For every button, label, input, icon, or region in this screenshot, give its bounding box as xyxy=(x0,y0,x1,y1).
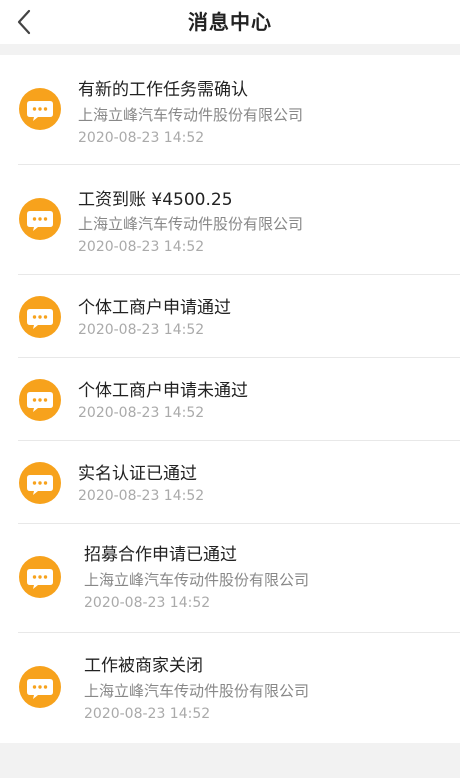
message-title: 实名认证已通过 xyxy=(78,464,197,484)
message-title: 工资到账 ¥4500.25 xyxy=(78,190,233,210)
message-title: 工作被商家关闭 xyxy=(84,656,203,676)
page-title: 消息中心 xyxy=(188,10,272,34)
message-time: 2020-08-23 14:52 xyxy=(78,239,205,255)
chat-bubble-icon xyxy=(19,379,61,421)
message-title: 个体工商户申请通过 xyxy=(78,298,231,318)
message-time: 2020-08-23 14:52 xyxy=(84,595,211,611)
message-company: 上海立峰汽车传动件股份有限公司 xyxy=(84,682,310,700)
message-item[interactable]: 个体工商户申请未通过 2020-08-23 14:52 xyxy=(0,358,460,441)
message-item[interactable]: 个体工商户申请通过 2020-08-23 14:52 xyxy=(0,275,460,358)
message-time: 2020-08-23 14:52 xyxy=(78,405,205,421)
chat-bubble-icon xyxy=(19,556,61,598)
chat-bubble-icon xyxy=(19,462,61,504)
message-item[interactable]: 实名认证已通过 2020-08-23 14:52 xyxy=(0,441,460,524)
message-title: 个体工商户申请未通过 xyxy=(78,381,248,401)
message-title: 有新的工作任务需确认 xyxy=(78,80,248,100)
message-time: 2020-08-23 14:52 xyxy=(78,322,205,338)
chat-bubble-icon xyxy=(19,666,61,708)
message-company: 上海立峰汽车传动件股份有限公司 xyxy=(84,571,310,589)
message-item[interactable]: 工作被商家关闭 上海立峰汽车传动件股份有限公司 2020-08-23 14:52 xyxy=(0,633,460,743)
message-time: 2020-08-23 14:52 xyxy=(78,130,205,146)
message-company: 上海立峰汽车传动件股份有限公司 xyxy=(78,215,304,233)
message-title: 招募合作申请已通过 xyxy=(84,545,237,565)
header-bar: 消息中心 xyxy=(0,0,460,44)
message-item[interactable]: 工资到账 ¥4500.25 上海立峰汽车传动件股份有限公司 2020-08-23… xyxy=(0,165,460,275)
message-time: 2020-08-23 14:52 xyxy=(84,706,211,722)
chat-bubble-icon xyxy=(19,296,61,338)
message-time: 2020-08-23 14:52 xyxy=(78,488,205,504)
message-item[interactable]: 有新的工作任务需确认 上海立峰汽车传动件股份有限公司 2020-08-23 14… xyxy=(0,55,460,165)
message-company: 上海立峰汽车传动件股份有限公司 xyxy=(78,106,304,124)
chat-bubble-icon xyxy=(19,88,61,130)
chat-bubble-icon xyxy=(19,198,61,240)
message-item[interactable]: 招募合作申请已通过 上海立峰汽车传动件股份有限公司 2020-08-23 14:… xyxy=(0,524,460,633)
message-list: 有新的工作任务需确认 上海立峰汽车传动件股份有限公司 2020-08-23 14… xyxy=(0,55,460,743)
